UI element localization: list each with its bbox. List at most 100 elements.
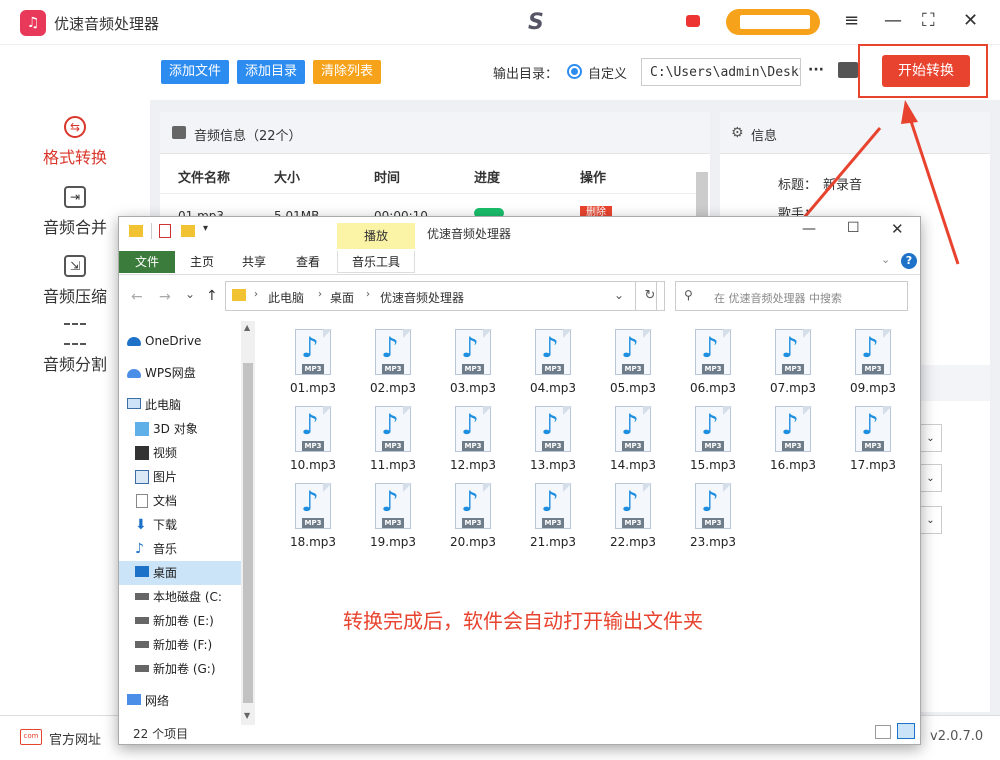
file-item[interactable]: ♪ MP3 16.mp3	[761, 406, 825, 472]
scroll-up-icon[interactable]: ▲	[244, 323, 250, 332]
file-item[interactable]: ♪ MP3 17.mp3	[841, 406, 905, 472]
back-icon[interactable]: ←	[131, 289, 143, 305]
divider	[151, 223, 152, 239]
tab-music-tools[interactable]: 音乐工具	[337, 251, 415, 273]
file-item[interactable]: ♪ MP3 19.mp3	[361, 483, 425, 549]
nav-videos[interactable]: 视频	[119, 441, 241, 465]
minimize-icon[interactable]: —	[802, 221, 816, 237]
file-grid: ♪ MP3 01.mp3 ♪ MP3 02.mp3 ♪ MP3 03.mp3 ♪ MP3 04.mp3…	[259, 321, 919, 725]
nav-downloads[interactable]: ⬇ 下载	[119, 513, 241, 537]
nav-label: 图片	[153, 470, 178, 484]
nav-drive-e[interactable]: 新加卷 (E:)	[119, 609, 241, 633]
chevron-right-icon: ›	[366, 289, 370, 300]
file-item[interactable]: ♪ MP3 02.mp3	[361, 329, 425, 395]
file-name: 10.mp3	[289, 458, 337, 472]
tab-share[interactable]: 共享	[229, 251, 279, 273]
drive-icon	[135, 617, 149, 624]
file-item[interactable]: ♪ MP3 20.mp3	[441, 483, 505, 549]
file-item[interactable]: ♪ MP3 11.mp3	[361, 406, 425, 472]
mp3-file-icon: ♪ MP3	[693, 406, 733, 454]
forward-icon[interactable]: →	[159, 289, 171, 305]
quick-access-dropdown-icon[interactable]: ▾	[203, 223, 208, 234]
mp3-file-icon: ♪ MP3	[373, 329, 413, 377]
file-item[interactable]: ♪ MP3 05.mp3	[601, 329, 665, 395]
file-item[interactable]: ♪ MP3 15.mp3	[681, 406, 745, 472]
file-item[interactable]: ♪ MP3 12.mp3	[441, 406, 505, 472]
properties-icon[interactable]	[159, 224, 171, 238]
breadcrumb-desktop[interactable]: 桌面	[330, 289, 354, 306]
mp3-file-icon: ♪ MP3	[773, 329, 813, 377]
file-name: 15.mp3	[689, 458, 737, 472]
file-item[interactable]: ♪ MP3 06.mp3	[681, 329, 745, 395]
mp3-file-icon: ♪ MP3	[693, 483, 733, 531]
scroll-down-icon[interactable]: ▼	[244, 711, 250, 720]
nav-scrollbar-thumb[interactable]	[243, 363, 253, 703]
large-icons-view-icon[interactable]	[897, 723, 915, 739]
file-name: 11.mp3	[369, 458, 417, 472]
nav-music[interactable]: ♪ 音乐	[119, 537, 241, 561]
nav-desktop[interactable]: 桌面	[119, 561, 241, 585]
file-item[interactable]: ♪ MP3 22.mp3	[601, 483, 665, 549]
up-icon[interactable]: ↑	[206, 288, 218, 304]
new-folder-icon[interactable]	[181, 225, 195, 237]
drive-icon	[135, 665, 149, 672]
file-item[interactable]: ♪ MP3 14.mp3	[601, 406, 665, 472]
file-item[interactable]: ♪ MP3 03.mp3	[441, 329, 505, 395]
file-type-tag: MP3	[302, 441, 324, 451]
file-item[interactable]: ♪ MP3 18.mp3	[281, 483, 345, 549]
folder-icon	[232, 289, 246, 301]
details-view-icon[interactable]	[875, 725, 891, 739]
file-type-tag: MP3	[542, 441, 564, 451]
search-box[interactable]: ⚲ 在 优速音频处理器 中搜索	[675, 281, 908, 311]
nav-wps[interactable]: WPS网盘	[119, 361, 241, 385]
recent-dropdown-icon[interactable]: ⌄	[185, 287, 195, 301]
file-item[interactable]: ♪ MP3 21.mp3	[521, 483, 585, 549]
nav-onedrive[interactable]: OneDrive	[119, 329, 241, 353]
refresh-icon[interactable]: ↻	[635, 281, 665, 311]
play-context-tab[interactable]: 播放	[337, 223, 415, 249]
breadcrumb-this-pc[interactable]: 此电脑	[268, 289, 304, 306]
cloud-icon	[127, 369, 141, 378]
arrow-head-1	[901, 100, 918, 124]
nav-drive-f[interactable]: 新加卷 (F:)	[119, 633, 241, 657]
file-name: 09.mp3	[849, 381, 897, 395]
file-item[interactable]: ♪ MP3 13.mp3	[521, 406, 585, 472]
nav-pictures[interactable]: 图片	[119, 465, 241, 489]
nav-label: WPS网盘	[145, 366, 196, 380]
address-bar[interactable]: › 此电脑 › 桌面 › 优速音频处理器 ⌄	[225, 281, 657, 311]
file-item[interactable]: ♪ MP3 09.mp3	[841, 329, 905, 395]
nav-this-pc[interactable]: 此电脑	[119, 393, 241, 417]
tab-home[interactable]: 主页	[177, 251, 227, 273]
file-item[interactable]: ♪ MP3 23.mp3	[681, 483, 745, 549]
ribbon-expand-icon[interactable]: ⌄	[881, 253, 890, 266]
nav-label: 网络	[145, 694, 170, 708]
nav-scrollbar[interactable]: ▲ ▼	[241, 321, 255, 725]
mp3-file-icon: ♪ MP3	[533, 483, 573, 531]
mp3-file-icon: ♪ MP3	[373, 483, 413, 531]
help-icon[interactable]: ?	[901, 253, 917, 269]
nav-label: 视频	[153, 446, 178, 460]
nav-network[interactable]: 网络	[119, 689, 241, 713]
file-name: 22.mp3	[609, 535, 657, 549]
file-item[interactable]: ♪ MP3 01.mp3	[281, 329, 345, 395]
tab-view[interactable]: 查看	[283, 251, 333, 273]
file-type-tag: MP3	[302, 518, 324, 528]
file-item[interactable]: ♪ MP3 04.mp3	[521, 329, 585, 395]
status-item-count: 22 个项目	[133, 727, 189, 741]
file-name: 13.mp3	[529, 458, 577, 472]
address-dropdown-icon[interactable]: ⌄	[614, 288, 624, 302]
maximize-icon[interactable]: ☐	[847, 220, 860, 236]
nav-drive-g[interactable]: 新加卷 (G:)	[119, 657, 241, 681]
breadcrumb-folder[interactable]: 优速音频处理器	[380, 289, 464, 306]
tab-file[interactable]: 文件	[119, 251, 175, 273]
file-name: 06.mp3	[689, 381, 737, 395]
nav-3d-objects[interactable]: 3D 对象	[119, 417, 241, 441]
close-icon[interactable]: ✕	[891, 220, 904, 238]
file-name: 16.mp3	[769, 458, 817, 472]
file-name: 14.mp3	[609, 458, 657, 472]
mp3-file-icon: ♪ MP3	[693, 329, 733, 377]
file-item[interactable]: ♪ MP3 10.mp3	[281, 406, 345, 472]
file-item[interactable]: ♪ MP3 07.mp3	[761, 329, 825, 395]
nav-drive-c[interactable]: 本地磁盘 (C:	[119, 585, 241, 609]
nav-documents[interactable]: 文档	[119, 489, 241, 513]
